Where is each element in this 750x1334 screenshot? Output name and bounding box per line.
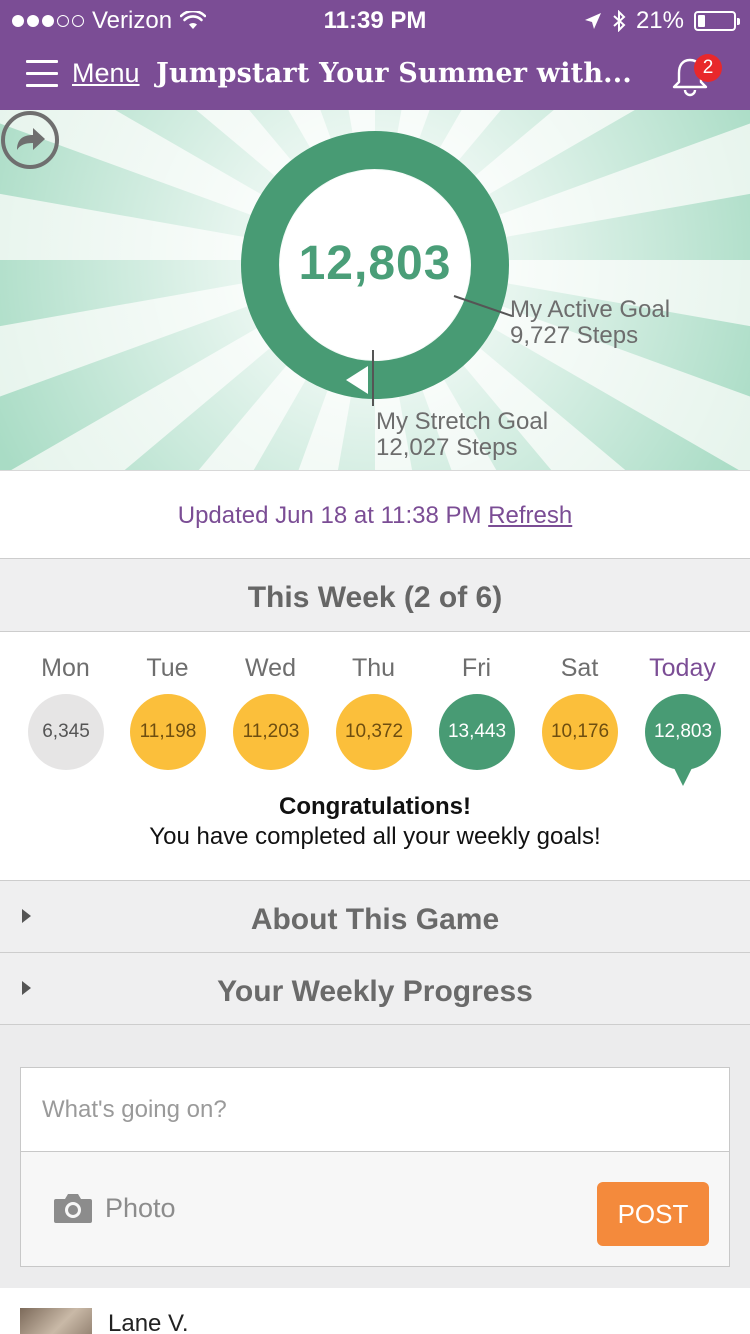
day-steps-tue[interactable]: 11,198 (130, 694, 206, 770)
day-steps-sat[interactable]: 10,176 (542, 694, 618, 770)
battery-icon (694, 11, 740, 31)
avatar[interactable] (20, 1308, 92, 1334)
day-label-mon: Mon (41, 654, 90, 682)
notification-badge: 2 (694, 54, 722, 82)
about-game-title: About This Game (250, 903, 500, 936)
activity-feed: Lane V. (0, 1288, 750, 1334)
status-input[interactable] (21, 1068, 729, 1152)
week-header: This Week (2 of 6) (0, 558, 750, 632)
camera-icon (54, 1194, 92, 1223)
stretch-goal-value: 12,027 Steps (376, 434, 518, 461)
updated-text: Updated Jun 18 at 11:38 PM (177, 502, 482, 529)
status-bar: Verizon 11:39 PM 21% (0, 0, 750, 40)
selected-day-pointer (674, 768, 692, 786)
day-label-wed: Wed (245, 654, 296, 682)
expand-caret-icon (22, 981, 31, 995)
weekly-progress-section[interactable]: Your Weekly Progress (0, 952, 750, 1025)
status-right: 21% (584, 7, 740, 35)
day-steps-wed[interactable]: 11,203 (233, 694, 309, 770)
day-steps-fri[interactable]: 13,443 (439, 694, 515, 770)
day-steps-thu[interactable]: 10,372 (336, 694, 412, 770)
photo-button[interactable]: Photo (53, 1192, 176, 1224)
sync-status: Updated Jun 18 at 11:38 PM Refresh (0, 470, 750, 558)
day-steps-today[interactable]: 12,803 (645, 694, 721, 770)
active-goal-label: My Active Goal (510, 296, 671, 323)
hamburger-menu-icon[interactable] (26, 60, 58, 88)
day-label-tue: Tue (146, 654, 189, 682)
day-label-fri: Fri (461, 654, 492, 682)
share-icon[interactable] (0, 110, 60, 170)
battery-level (698, 15, 705, 27)
stretch-goal: My Stretch Goal 12,027 Steps (376, 409, 548, 461)
active-goal: My Active Goal 9,727 Steps (510, 297, 670, 349)
week-days: Mon Tue Wed Thu Fri Sat Today 6,345 11,1… (0, 632, 750, 880)
nav-bar: Menu Jumpstart Your Summer with... 2 (0, 40, 750, 110)
location-arrow-icon (584, 13, 601, 29)
post-button[interactable]: POST (597, 1182, 709, 1246)
steps-hero: 12,803 My Active Goal 9,727 Steps My Str… (0, 110, 750, 470)
congrats-message: Congratulations! You have completed all … (0, 792, 750, 852)
battery-percent: 21% (635, 7, 684, 34)
expand-caret-icon (22, 909, 31, 923)
photo-label: Photo (105, 1192, 176, 1223)
congrats-text: You have completed all your weekly goals… (149, 823, 601, 850)
day-label-thu: Thu (351, 654, 396, 682)
menu-link[interactable]: Menu (72, 58, 140, 89)
feed-author-name[interactable]: Lane V. (108, 1310, 189, 1334)
post-composer: Photo POST (20, 1067, 730, 1267)
day-steps-mon[interactable]: 6,345 (28, 694, 104, 770)
stretch-goal-label: My Stretch Goal (376, 408, 549, 435)
active-goal-value: 9,727 Steps (510, 322, 639, 349)
page-title: Jumpstart Your Summer with... (156, 58, 632, 89)
congrats-title: Congratulations! (279, 793, 471, 820)
about-game-section[interactable]: About This Game (0, 880, 750, 952)
today-steps: 12,803 (298, 237, 452, 290)
composer-actions: Photo POST (21, 1152, 729, 1266)
day-label-today: Today (649, 654, 716, 682)
day-label-sat: Sat (560, 654, 599, 682)
bluetooth-icon (613, 10, 626, 32)
weekly-progress-title: Your Weekly Progress (217, 975, 533, 1008)
refresh-link[interactable]: Refresh (488, 502, 572, 529)
